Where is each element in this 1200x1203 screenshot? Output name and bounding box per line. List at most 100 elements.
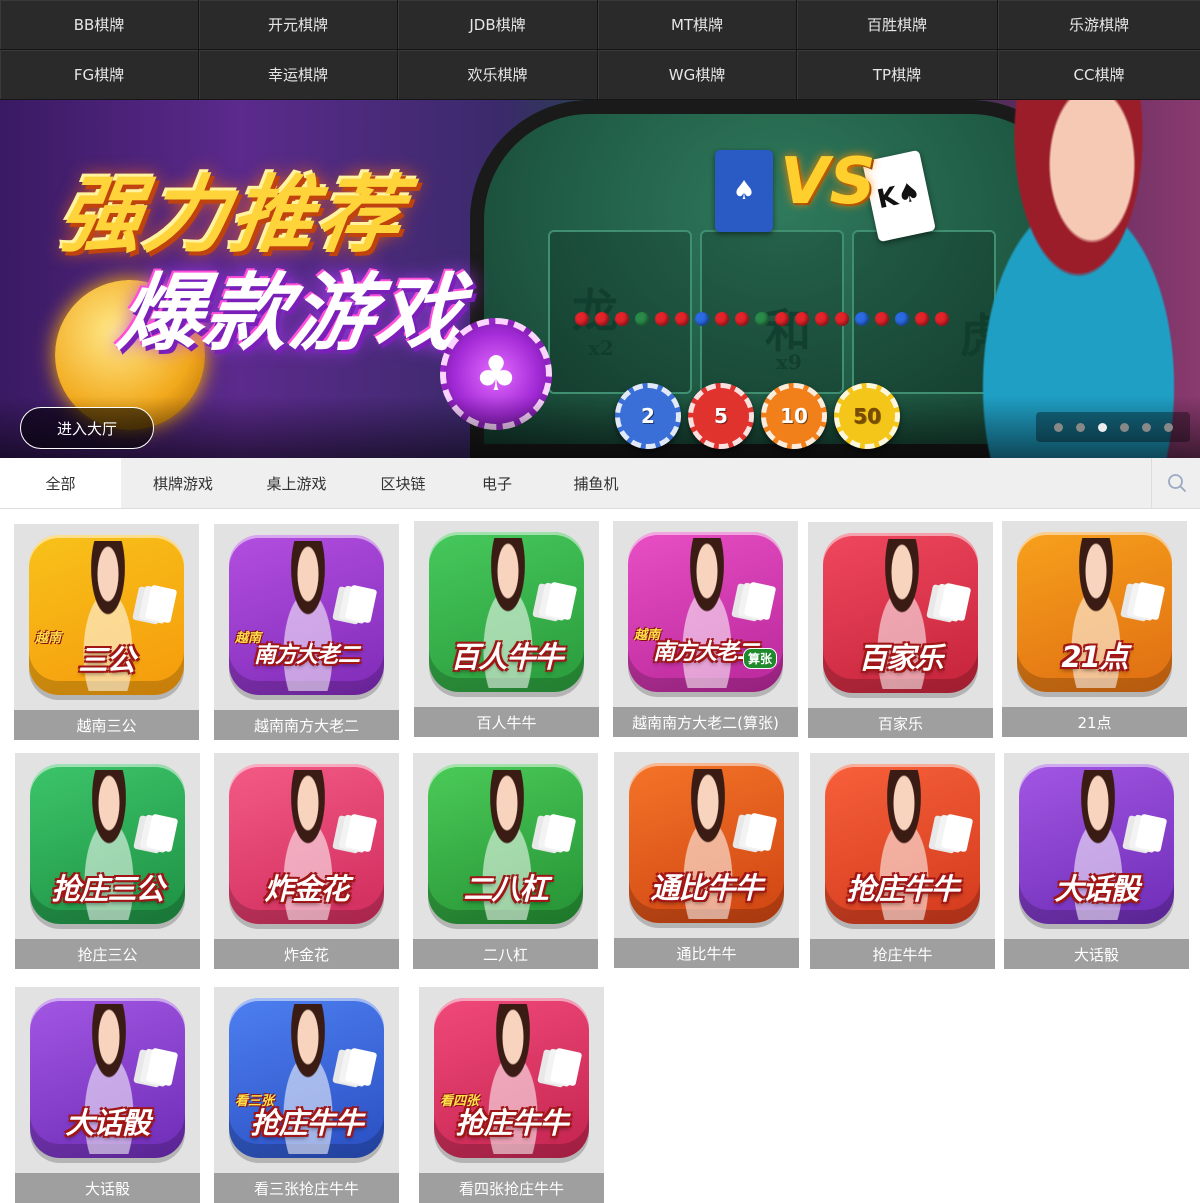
provider-kaiyuan[interactable]: 开元棋牌 xyxy=(199,0,398,50)
game-label: 越南南方大老二(算张) xyxy=(613,707,798,737)
category-tabs: 全部 棋牌游戏 桌上游戏 区块链 电子 捕鱼机 xyxy=(0,458,1200,509)
game-icon: 21点 xyxy=(1017,532,1172,692)
game-tile[interactable]: 通比牛牛 通比牛牛 xyxy=(614,752,799,968)
game-tile[interactable]: 抢庄三公 抢庄三公 xyxy=(15,753,200,969)
game-label: 大话骰 xyxy=(15,1173,200,1203)
provider-wg[interactable]: WG棋牌 xyxy=(598,50,797,100)
tie-multiplier: x9 xyxy=(776,350,802,374)
game-tile[interactable]: 看四张 抢庄牛牛 看四张抢庄牛牛 xyxy=(419,987,604,1203)
playing-cards-icon xyxy=(543,813,577,853)
slide-dot-2[interactable] xyxy=(1075,422,1085,432)
game-label: 看四张抢庄牛牛 xyxy=(419,1173,604,1203)
tab-fishing[interactable]: 捕鱼机 xyxy=(536,458,656,508)
game-icon: 炸金花 xyxy=(229,764,384,924)
provider-bb[interactable]: BB棋牌 xyxy=(0,0,199,50)
game-tile[interactable]: 二八杠 二八杠 xyxy=(413,753,598,969)
game-icon: 抢庄三公 xyxy=(30,764,185,924)
tab-all[interactable]: 全部 xyxy=(0,458,121,508)
playing-cards-icon xyxy=(344,813,378,853)
playing-cards-icon xyxy=(1132,581,1166,621)
game-icon: 越南 南方大老二 算张 xyxy=(628,532,783,692)
game-label: 看三张抢庄牛牛 xyxy=(214,1173,399,1203)
game-tile[interactable]: 21点 21点 xyxy=(1002,521,1187,737)
slide-dot-6[interactable] xyxy=(1163,422,1173,432)
slide-dot-1[interactable] xyxy=(1053,422,1063,432)
icon-title: 抢庄牛牛 xyxy=(455,1106,568,1140)
dragon-multiplier: x2 xyxy=(588,336,614,360)
search-button[interactable] xyxy=(1151,458,1200,508)
dragon-text: 龙 xyxy=(572,284,618,338)
slide-dot-5[interactable] xyxy=(1141,422,1151,432)
tab-table-games[interactable]: 桌上游戏 xyxy=(245,458,348,508)
provider-nav: BB棋牌 开元棋牌 JDB棋牌 MT棋牌 百胜棋牌 乐游棋牌 FG棋牌 幸运棋牌… xyxy=(0,0,1200,100)
promo-banner[interactable]: 龙 x2 和 x9 虎 ♠ K♠ VS 强力推荐 爆款游戏 ♣ 2 5 10 5… xyxy=(0,100,1200,458)
game-label: 炸金花 xyxy=(214,939,399,969)
bead-road xyxy=(575,312,949,326)
provider-baisheng[interactable]: 百胜棋牌 xyxy=(797,0,998,50)
game-icon: 大话骰 xyxy=(1019,764,1174,924)
tab-blockchain[interactable]: 区块链 xyxy=(348,458,458,508)
slide-dot-4[interactable] xyxy=(1119,422,1129,432)
playing-cards-icon xyxy=(1134,813,1168,853)
game-tile[interactable]: 百家乐 百家乐 xyxy=(808,522,993,738)
icon-title: 大话骰 xyxy=(1054,872,1139,906)
playing-cards-icon xyxy=(344,1047,378,1087)
chip-50: 50 xyxy=(834,383,900,449)
icon-title: 百人牛牛 xyxy=(450,640,563,674)
playing-cards-icon xyxy=(344,584,378,624)
icon-title: 抢庄三公 xyxy=(51,872,164,906)
game-tile[interactable]: 炸金花 炸金花 xyxy=(214,753,399,969)
game-tile[interactable]: 抢庄牛牛 抢庄牛牛 xyxy=(810,753,995,969)
icon-title: 三公 xyxy=(78,643,135,677)
provider-mt[interactable]: MT棋牌 xyxy=(598,0,797,50)
game-label: 越南南方大老二 xyxy=(214,710,399,740)
game-tile[interactable]: 越南 三公 越南三公 xyxy=(14,524,199,740)
game-label: 百人牛牛 xyxy=(414,707,599,737)
playing-cards-icon xyxy=(544,581,578,621)
chip-10: 10 xyxy=(761,383,827,449)
tab-chess-card[interactable]: 棋牌游戏 xyxy=(121,458,245,508)
game-label: 二八杠 xyxy=(413,939,598,969)
game-icon: 大话骰 xyxy=(30,998,185,1158)
game-tile[interactable]: 大话骰 大话骰 xyxy=(15,987,200,1203)
provider-tp[interactable]: TP棋牌 xyxy=(797,50,998,100)
playing-cards-icon xyxy=(743,581,777,621)
game-icon: 百家乐 xyxy=(823,533,978,693)
icon-title: 百家乐 xyxy=(858,641,943,675)
provider-jdb[interactable]: JDB棋牌 xyxy=(398,0,598,50)
game-icon: 越南 南方大老二 xyxy=(229,535,384,695)
game-label: 百家乐 xyxy=(808,708,993,738)
game-tile[interactable]: 越南 南方大老二 越南南方大老二 xyxy=(214,524,399,740)
playing-cards-icon xyxy=(145,813,179,853)
playing-cards-icon xyxy=(144,584,178,624)
provider-fg[interactable]: FG棋牌 xyxy=(0,50,199,100)
game-label: 抢庄三公 xyxy=(15,939,200,969)
provider-xingyun[interactable]: 幸运棋牌 xyxy=(199,50,398,100)
provider-huanle[interactable]: 欢乐棋牌 xyxy=(398,50,598,100)
provider-leyou[interactable]: 乐游棋牌 xyxy=(998,0,1200,50)
game-icon: 越南 三公 xyxy=(29,535,184,695)
game-tile[interactable]: 百人牛牛 百人牛牛 xyxy=(414,521,599,737)
provider-cc[interactable]: CC棋牌 xyxy=(998,50,1200,100)
icon-title: 炸金花 xyxy=(264,872,349,906)
icon-title: 二八杠 xyxy=(463,872,548,906)
icon-title: 抢庄牛牛 xyxy=(250,1106,363,1140)
slide-dot-3[interactable] xyxy=(1097,422,1107,432)
icon-title: 大话骰 xyxy=(65,1106,150,1140)
tab-electronic[interactable]: 电子 xyxy=(458,458,536,508)
playing-cards-icon xyxy=(549,1047,583,1087)
game-tile[interactable]: 越南 南方大老二 算张越南南方大老二(算张) xyxy=(613,521,798,737)
icon-extra-tag: 算张 xyxy=(742,648,777,669)
game-tile[interactable]: 大话骰 大话骰 xyxy=(1004,753,1189,969)
chip-5: 5 xyxy=(688,383,754,449)
game-label: 大话骰 xyxy=(1004,939,1189,969)
vs-text: VS xyxy=(780,145,876,219)
game-tile[interactable]: 看三张 抢庄牛牛 看三张抢庄牛牛 xyxy=(214,987,399,1203)
playing-cards-icon xyxy=(145,1047,179,1087)
enter-lobby-button[interactable]: 进入大厅 xyxy=(20,407,154,449)
playing-cards-icon xyxy=(938,582,972,622)
icon-title: 21点 xyxy=(1061,640,1128,674)
icon-title: 南方大老二 xyxy=(253,643,360,668)
playing-cards-icon xyxy=(940,813,974,853)
game-icon: 通比牛牛 xyxy=(629,763,784,923)
